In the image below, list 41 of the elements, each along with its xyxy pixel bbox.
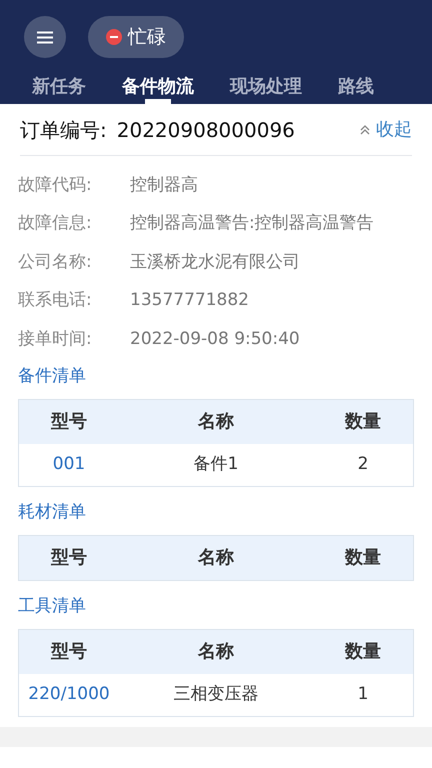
tab[interactable]: 现场处理 — [230, 68, 302, 104]
model-link[interactable]: 220/1000 — [19, 682, 119, 708]
order-number: 20220908000096 — [116, 116, 295, 144]
column-header: 型号 — [50, 546, 88, 570]
table-cell-text: 1 — [356, 682, 370, 706]
menu-icon — [37, 30, 53, 44]
field-value: 玉溪桥龙水泥有限公司 — [130, 250, 300, 274]
table-cell-text: 三相变压器 — [172, 682, 260, 706]
chevron-up-icon — [360, 124, 370, 134]
field-label: 故障信息: — [18, 212, 93, 235]
field-value: 控制器高 — [130, 174, 198, 196]
order-label: 订单编号: — [20, 116, 107, 144]
status-button[interactable]: 忙碌 — [88, 16, 184, 58]
field-value: 2022-09-08 9:50:40 — [130, 328, 300, 350]
model-link[interactable]: 001 — [19, 452, 119, 478]
field-label: 公司名称: — [18, 250, 93, 274]
section-title: 备件清单 — [18, 364, 87, 388]
table-cell-text: 备件1 — [192, 452, 240, 476]
menu-button[interactable] — [24, 16, 66, 58]
section-title: 耗材清单 — [18, 500, 87, 524]
column-header: 型号 — [50, 640, 88, 664]
collapse-button[interactable]: 收起 — [360, 116, 412, 143]
field-value: 13577771882 — [130, 289, 249, 312]
minus-circle-icon — [106, 29, 122, 45]
field-value: 控制器高温警告:控制器高温警告 — [130, 212, 374, 235]
column-header: 名称 — [196, 640, 235, 664]
tab[interactable]: 备件物流 — [122, 68, 194, 104]
tab[interactable]: 路线 — [338, 68, 374, 104]
column-header: 数量 — [344, 640, 382, 664]
column-header: 名称 — [196, 410, 235, 434]
column-header: 数量 — [344, 410, 382, 434]
column-header: 型号 — [50, 410, 88, 434]
field-label: 接单时间: — [18, 328, 93, 350]
column-header: 数量 — [344, 546, 382, 570]
field-label: 故障代码: — [18, 174, 93, 196]
table-cell-text: 2 — [356, 452, 370, 476]
tab[interactable]: 新任务 — [32, 68, 86, 104]
section-title: 工具清单 — [18, 594, 87, 618]
field-label: 联系电话: — [18, 289, 93, 312]
column-header: 名称 — [196, 546, 235, 570]
tab-indicator — [145, 99, 171, 104]
